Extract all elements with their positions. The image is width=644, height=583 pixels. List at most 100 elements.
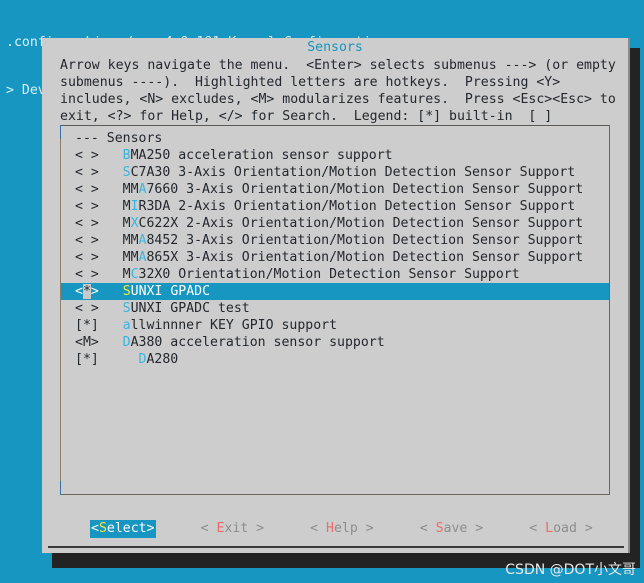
button-label: ave xyxy=(443,521,468,536)
menu-item-label-prefix: MM xyxy=(98,182,139,197)
button-bar: <Select> < Exit > < Help > < Save > < Load > xyxy=(42,519,628,539)
menu-item[interactable]: [*] allwinnner KEY GPIO support xyxy=(61,317,609,334)
menu-item[interactable]: < > MMA8452 3-Axis Orientation/Motion De… xyxy=(61,232,609,249)
menu-item-label-prefix xyxy=(99,148,123,163)
menuconfig-screen: .config - Linux/arm 4.9.191 Kernel Confi… xyxy=(0,0,644,583)
button-hotkey: H xyxy=(326,521,334,536)
dialog-bottom-rule xyxy=(48,546,624,548)
button-hotkey: S xyxy=(435,521,444,536)
menu-item-label-prefix xyxy=(99,352,139,367)
menu-item-label-prefix xyxy=(99,165,123,180)
menu-item[interactable]: [*] DA280 xyxy=(61,351,609,368)
menu-item-hotkey: D xyxy=(122,335,131,350)
menu-item[interactable]: < > MXC622X 2-Axis Orientation/Motion De… xyxy=(61,215,609,232)
menu-item-hotkey: X xyxy=(130,216,139,231)
menu-item-hotkey: I xyxy=(130,199,139,214)
button-close-bracket: > xyxy=(357,521,374,536)
menu-item-checkbox[interactable]: < > xyxy=(75,233,99,248)
help-line: includes, <N> excludes, <M> modularizes … xyxy=(60,92,616,107)
menu-item-checkbox[interactable]: < > xyxy=(75,267,99,282)
menu-item-hotkey: a xyxy=(122,318,131,333)
menu-item-label-prefix xyxy=(99,318,123,333)
menu-item-label-prefix xyxy=(99,284,123,299)
menu-list-frame: --- Sensors < > BMA250 acceleration senso… xyxy=(60,125,610,495)
menu-item-label: UNXI GPADC xyxy=(130,284,211,299)
menu-item-label: llwinnner KEY GPIO support xyxy=(130,318,338,333)
menu-item-checkbox[interactable]: [*] xyxy=(75,318,99,333)
menu-item-label: C622X 2-Axis Orientation/Motion Detectio… xyxy=(138,216,584,231)
button-hotkey: L xyxy=(545,521,554,536)
menu-item-hotkey: C xyxy=(130,267,139,282)
menu-item[interactable]: < > MMA7660 3-Axis Orientation/Motion De… xyxy=(61,181,609,198)
button-save[interactable]: < Save > xyxy=(419,520,485,538)
button-open-bracket: < xyxy=(529,521,546,536)
button-open-bracket: < xyxy=(419,521,436,536)
menu-item-label: A380 acceleration sensor support xyxy=(130,335,385,350)
menu-list[interactable]: --- Sensors < > BMA250 acceleration senso… xyxy=(61,126,609,368)
menu-item[interactable]: < > SUNXI GPADC test xyxy=(61,300,609,317)
help-line: exit, <?> for Help, </> for Search. Lege… xyxy=(60,109,553,124)
menu-item-hotkey: S xyxy=(122,301,131,316)
button-close-bracket: > xyxy=(467,521,484,536)
button-close-bracket: > xyxy=(576,521,593,536)
button-label: oad xyxy=(553,521,577,536)
button-open-bracket: < xyxy=(200,521,217,536)
button-open-bracket: < xyxy=(91,521,99,536)
menu-item-label-prefix: M xyxy=(98,267,131,282)
menu-item-label: 7660 3-Axis Orientation/Motion Detection… xyxy=(146,182,584,197)
button-load[interactable]: < Load > xyxy=(528,520,594,538)
sensors-dialog: Sensors Arrow keys navigate the menu. <E… xyxy=(42,38,630,553)
menu-item-label: A280 xyxy=(146,352,179,367)
menu-item-label: 865X 3-Axis Orientation/Motion Detection… xyxy=(146,250,584,265)
menu-item-checkbox[interactable]: < > xyxy=(75,301,99,316)
menu-item-label: C7A30 3-Axis Orientation/Motion Detectio… xyxy=(130,165,576,180)
menu-item-label: 32X0 Orientation/Motion Detection Sensor… xyxy=(138,267,520,282)
button-exit[interactable]: < Exit > xyxy=(200,520,266,538)
button-help[interactable]: < Help > xyxy=(309,520,375,538)
help-text: Arrow keys navigate the menu. <Enter> se… xyxy=(42,56,628,125)
button-label: elp xyxy=(333,521,358,536)
menu-item-label-prefix: MM xyxy=(98,250,139,265)
watermark: CSDN @DOT小文哥 xyxy=(505,562,636,578)
button-open-bracket: < xyxy=(310,521,327,536)
menu-item-label-prefix: MM xyxy=(98,233,139,248)
menu-item-label: MA250 acceleration sensor support xyxy=(130,148,393,163)
menu-item-label-prefix xyxy=(99,335,123,350)
menu-item-checkbox[interactable]: <*> xyxy=(75,284,99,299)
menu-item-hotkey: B xyxy=(122,148,131,163)
menu-item-label: UNXI GPADC test xyxy=(130,301,250,316)
menu-item-selected[interactable]: <*> SUNXI GPADC xyxy=(61,283,609,300)
menu-item-checkbox[interactable]: [*] xyxy=(75,352,99,367)
menu-item-checkbox[interactable]: < > xyxy=(75,182,99,197)
menu-item-label: 8452 3-Axis Orientation/Motion Detection… xyxy=(146,233,584,248)
button-label: xit xyxy=(224,521,249,536)
menu-item[interactable]: < > MMA865X 3-Axis Orientation/Motion De… xyxy=(61,249,609,266)
menu-item-hotkey: S xyxy=(122,284,131,299)
menu-item-checkbox[interactable]: < > xyxy=(75,165,99,180)
menu-item[interactable]: < > BMA250 acceleration sensor support xyxy=(61,147,609,164)
menu-item-label-prefix xyxy=(99,301,123,316)
button-label: elect xyxy=(106,521,147,536)
menu-item-label-prefix: M xyxy=(98,199,131,214)
menu-separator-label: --- Sensors xyxy=(75,131,163,146)
menu-item-label-prefix: M xyxy=(98,216,131,231)
dialog-title: Sensors xyxy=(307,40,363,55)
menu-item-checkbox[interactable]: < > xyxy=(75,199,99,214)
menu-item-checkbox[interactable]: < > xyxy=(75,148,99,163)
menu-item-checkbox[interactable]: <M> xyxy=(75,335,99,350)
menu-item[interactable]: --- Sensors xyxy=(61,130,609,147)
menu-item[interactable]: < > SC7A30 3-Axis Orientation/Motion Det… xyxy=(61,164,609,181)
button-select[interactable]: <Select> xyxy=(90,520,156,538)
button-close-bracket: > xyxy=(146,521,155,536)
menu-item[interactable]: < > MC32X0 Orientation/Motion Detection … xyxy=(61,266,609,283)
menu-item-hotkey: S xyxy=(122,165,131,180)
button-close-bracket: > xyxy=(248,521,265,536)
menu-item-checkbox[interactable]: < > xyxy=(75,250,99,265)
menu-item-checkbox[interactable]: < > xyxy=(75,216,99,231)
menu-item[interactable]: <M> DA380 acceleration sensor support xyxy=(61,334,609,351)
menu-item-label: R3DA 2-Axis Orientation/Motion Detection… xyxy=(138,199,576,214)
button-hotkey: S xyxy=(98,521,107,536)
help-line: submenus ----). Highlighted letters are … xyxy=(60,75,561,90)
menu-item[interactable]: < > MIR3DA 2-Axis Orientation/Motion Det… xyxy=(61,198,609,215)
cursor-block: * xyxy=(82,284,91,299)
